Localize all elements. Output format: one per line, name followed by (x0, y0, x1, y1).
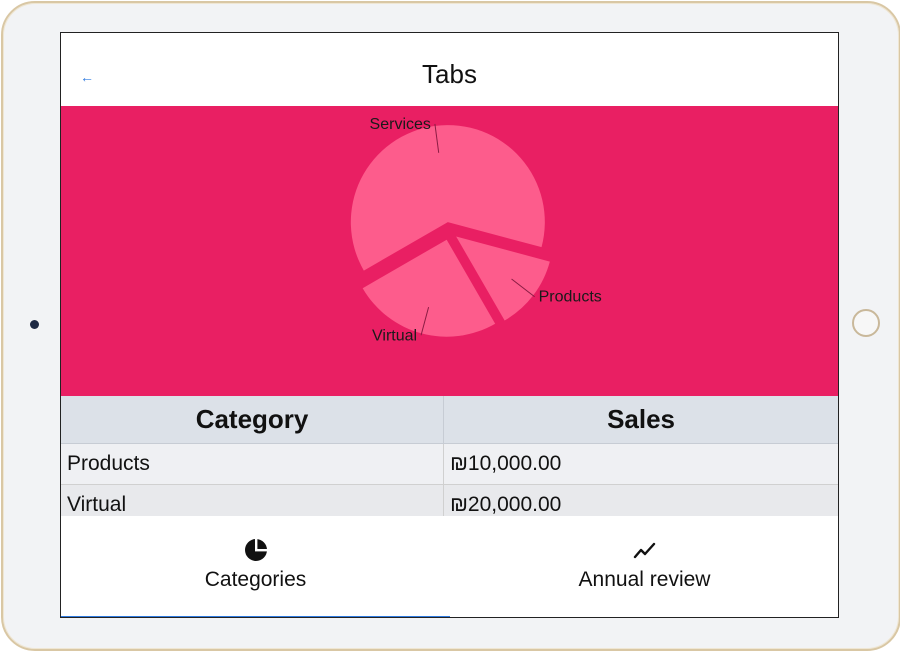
tab-annual-review[interactable]: Annual review (450, 516, 838, 617)
column-header-category: Category (61, 396, 445, 444)
tab-label-annual-review: Annual review (578, 568, 711, 591)
table-cell-sales: ₪10,000.00 (443, 443, 838, 485)
app-screen: ← Tabs Services Products Virtual Category … (60, 32, 839, 618)
page-title: Tabs (422, 59, 477, 89)
selected-tab-indicator (61, 616, 450, 617)
table-header-row: Category Sales (61, 396, 838, 444)
column-header-sales: Sales (443, 396, 838, 444)
pie-label-products: Products (539, 289, 602, 306)
tab-bar: Categories Annual review (61, 516, 838, 617)
pie-chart-icon (244, 538, 268, 561)
home-button[interactable] (852, 309, 880, 337)
pie-label-virtual: Virtual (372, 327, 417, 344)
trend-line-icon (633, 542, 655, 559)
pie-label-services: Services (370, 116, 431, 133)
pie-chart: Services Products Virtual (350, 116, 602, 344)
tab-categories[interactable]: Categories (61, 516, 450, 617)
tab-label-categories: Categories (204, 568, 307, 591)
navigation-bar: ← Tabs (61, 33, 838, 106)
camera-dot (30, 320, 39, 329)
table-cell-category: Products (61, 443, 445, 485)
pie-chart-panel: Services Products Virtual (61, 106, 838, 396)
table-row: Products ₪10,000.00 (61, 443, 838, 485)
sales-table: Category Sales Products ₪10,000.00 Virtu… (61, 396, 838, 526)
